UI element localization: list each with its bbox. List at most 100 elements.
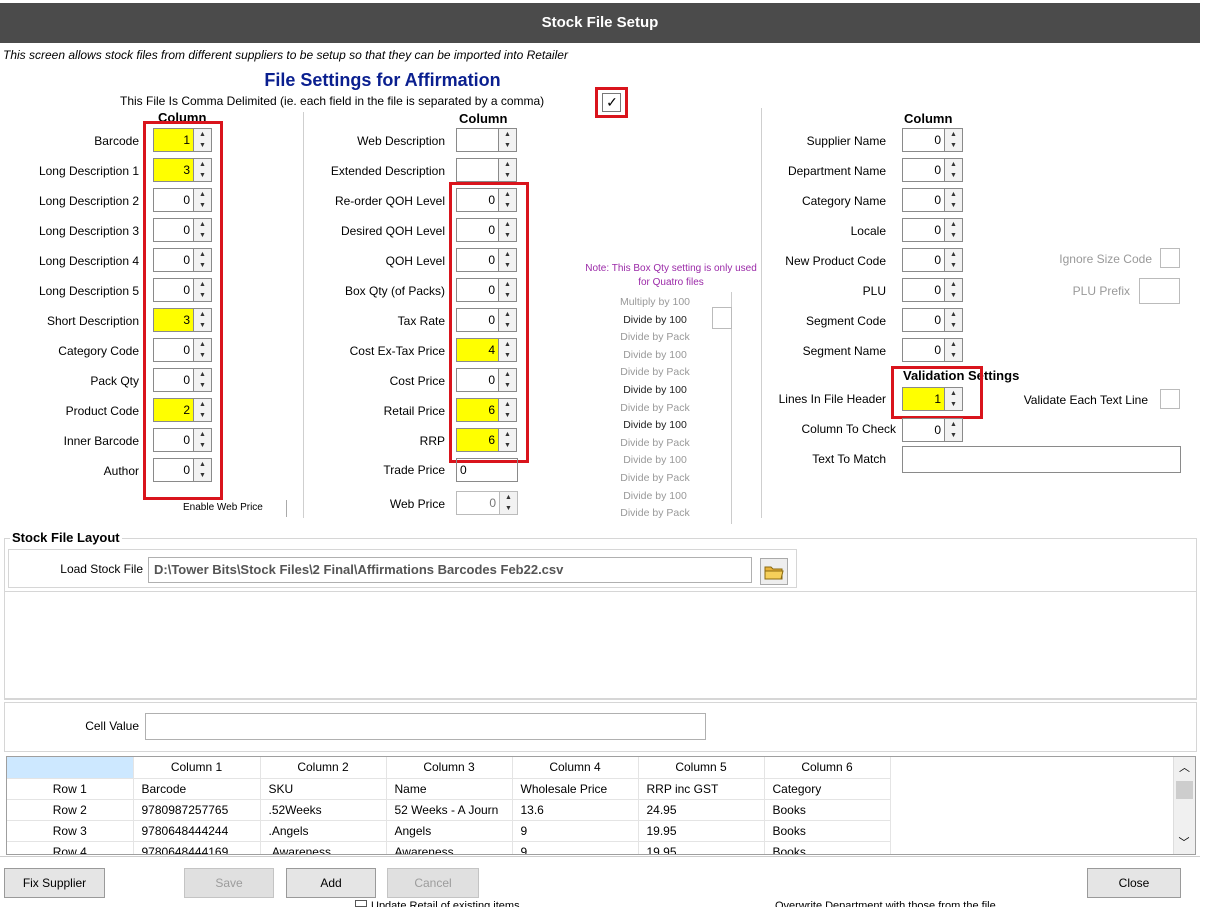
save-button[interactable]: Save: [184, 868, 274, 898]
grid-column-header[interactable]: Column 1: [133, 757, 261, 779]
grid-cell[interactable]: 9: [512, 820, 639, 842]
add-button[interactable]: Add: [286, 868, 376, 898]
grid-cell[interactable]: Books: [764, 799, 891, 821]
divide-by-100-checkbox[interactable]: [712, 307, 732, 329]
scroll-thumb[interactable]: [1176, 781, 1193, 799]
stock-file-grid[interactable]: Column 1 Column 2 Column 3 Column 4 Column 5…: [6, 756, 1196, 855]
grid-cell[interactable]: 9780648444244: [133, 820, 261, 842]
grid-cell[interactable]: SKU: [260, 778, 387, 800]
segment-code-spinner[interactable]: 0 ▲ ▼: [902, 308, 963, 332]
divide-option[interactable]: Divide by 100: [600, 490, 710, 502]
comma-delimited-checkbox[interactable]: ✓: [602, 93, 621, 112]
extended-description-value[interactable]: [456, 158, 499, 182]
locale-spinner[interactable]: 0 ▲ ▼: [902, 218, 963, 242]
table-row[interactable]: Row 3 9780648444244 .Angels Angels 9 19.95 Boo…: [7, 820, 891, 842]
grid-row-header[interactable]: Row 4: [7, 841, 134, 854]
column-to-check-spinner[interactable]: 0 ▲ ▼: [902, 418, 963, 442]
grid-cell[interactable]: Angels: [386, 820, 513, 842]
grid-cell[interactable]: Books: [764, 841, 891, 854]
divide-option[interactable]: Divide by Pack: [600, 366, 710, 378]
divide-option[interactable]: Divide by 100: [600, 314, 710, 326]
grid-cell[interactable]: Name: [386, 778, 513, 800]
scroll-up-icon[interactable]: ︿: [1174, 757, 1195, 779]
grid-cell[interactable]: Wholesale Price: [512, 778, 639, 800]
trade-price-input[interactable]: 0: [456, 458, 518, 482]
divide-option[interactable]: Divide by 100: [600, 419, 710, 431]
cell-value-input[interactable]: [145, 713, 706, 740]
spinner-arrows-icon[interactable]: ▲ ▼: [945, 418, 963, 442]
grid-cell[interactable]: Category: [764, 778, 891, 800]
grid-row-header[interactable]: Row 3: [7, 820, 134, 842]
grid-cell[interactable]: 9780987257765: [133, 799, 261, 821]
spinner-arrows-icon[interactable]: ▲ ▼: [945, 338, 963, 362]
enable-web-price-checkbox[interactable]: [286, 500, 287, 517]
grid-cell[interactable]: 9780648444169: [133, 841, 261, 854]
segment-name-spinner[interactable]: 0 ▲ ▼: [902, 338, 963, 362]
grid-column-header[interactable]: Column 4: [512, 757, 639, 779]
grid-cell[interactable]: Books: [764, 820, 891, 842]
update-retail-checkbox[interactable]: [355, 900, 367, 907]
spinner-arrows-icon[interactable]: ▲ ▼: [499, 158, 517, 182]
spinner-arrows-icon[interactable]: ▲ ▼: [499, 128, 517, 152]
plu-value[interactable]: 0: [902, 278, 945, 302]
grid-row-header[interactable]: Row 1: [7, 778, 134, 800]
spinner-arrows-icon[interactable]: ▲ ▼: [945, 218, 963, 242]
grid-cell[interactable]: .Angels: [260, 820, 387, 842]
divide-option[interactable]: Multiply by 100: [600, 296, 710, 308]
web-price-value[interactable]: 0: [456, 491, 500, 515]
divide-option[interactable]: Divide by Pack: [600, 437, 710, 449]
grid-cell[interactable]: Awareness: [386, 841, 513, 854]
grid-column-header[interactable]: Column 2: [260, 757, 387, 779]
spinner-arrows-icon[interactable]: ▲ ▼: [945, 308, 963, 332]
divide-option[interactable]: Divide by 100: [600, 454, 710, 466]
scroll-down-icon[interactable]: ﹀: [1174, 832, 1194, 854]
grid-corner-cell[interactable]: [7, 757, 134, 779]
web-description-value[interactable]: [456, 128, 499, 152]
stock-file-path-input[interactable]: D:\Tower Bits\Stock Files\2 Final\Affirm…: [148, 557, 752, 583]
new-product-code-spinner[interactable]: 0 ▲ ▼: [902, 248, 963, 272]
grid-row-header[interactable]: Row 2: [7, 799, 134, 821]
ignore-size-code-checkbox[interactable]: [1160, 248, 1180, 268]
grid-column-header[interactable]: Column 6: [764, 757, 891, 779]
department-name-spinner[interactable]: 0 ▲ ▼: [902, 158, 963, 182]
divide-option[interactable]: Divide by 100: [600, 349, 710, 361]
divide-option[interactable]: Divide by Pack: [600, 402, 710, 414]
divide-option[interactable]: Divide by Pack: [600, 331, 710, 343]
table-row[interactable]: Row 2 9780987257765.52Weeks 52 Weeks - A J…: [7, 799, 891, 821]
grid-column-header[interactable]: Column 5: [638, 757, 765, 779]
grid-scrollbar[interactable]: ︿ ﹀: [1173, 757, 1195, 854]
table-row[interactable]: Row 4 9780648444169 .Awareness Awareness 9 19…: [7, 841, 891, 854]
new-product-code-value[interactable]: 0: [902, 248, 945, 272]
spinner-arrows-icon[interactable]: ▲ ▼: [945, 248, 963, 272]
supplier-name-spinner[interactable]: 0 ▲ ▼: [902, 128, 963, 152]
fix-supplier-button[interactable]: Fix Supplier: [4, 868, 105, 898]
spinner-arrows-icon[interactable]: ▲ ▼: [945, 188, 963, 212]
category-name-spinner[interactable]: 0 ▲ ▼: [902, 188, 963, 212]
divide-option[interactable]: Divide by Pack: [600, 472, 710, 484]
grid-cell[interactable]: 24.95: [638, 799, 765, 821]
divide-option[interactable]: Divide by 100: [600, 384, 710, 396]
plu-spinner[interactable]: 0 ▲ ▼: [902, 278, 963, 302]
grid-cell[interactable]: 52 Weeks - A Journ: [386, 799, 513, 821]
browse-folder-button[interactable]: [760, 558, 788, 585]
table-row[interactable]: Row 1 Barcode SKU Name Wholesale Price RRP in…: [7, 778, 891, 800]
grid-cell[interactable]: 19.95: [638, 841, 765, 854]
column-to-check-value[interactable]: 0: [902, 418, 945, 442]
extended-description-spinner[interactable]: ▲ ▼: [456, 158, 517, 182]
close-button[interactable]: Close: [1087, 868, 1181, 898]
grid-cell[interactable]: 9: [512, 841, 639, 854]
spinner-arrows-icon[interactable]: ▲ ▼: [500, 491, 518, 515]
locale-value[interactable]: 0: [902, 218, 945, 242]
validate-each-line-checkbox[interactable]: [1160, 389, 1180, 409]
spinner-arrows-icon[interactable]: ▲ ▼: [945, 278, 963, 302]
web-description-spinner[interactable]: ▲ ▼: [456, 128, 517, 152]
spinner-arrows-icon[interactable]: ▲ ▼: [945, 158, 963, 182]
plu-prefix-input[interactable]: [1139, 278, 1180, 304]
cancel-button[interactable]: Cancel: [387, 868, 479, 898]
text-to-match-input[interactable]: [902, 446, 1181, 473]
spinner-arrows-icon[interactable]: ▲ ▼: [945, 128, 963, 152]
grid-cell[interactable]: 13.6: [512, 799, 639, 821]
grid-cell[interactable]: 19.95: [638, 820, 765, 842]
supplier-name-value[interactable]: 0: [902, 128, 945, 152]
grid-cell[interactable]: RRP inc GST: [638, 778, 765, 800]
